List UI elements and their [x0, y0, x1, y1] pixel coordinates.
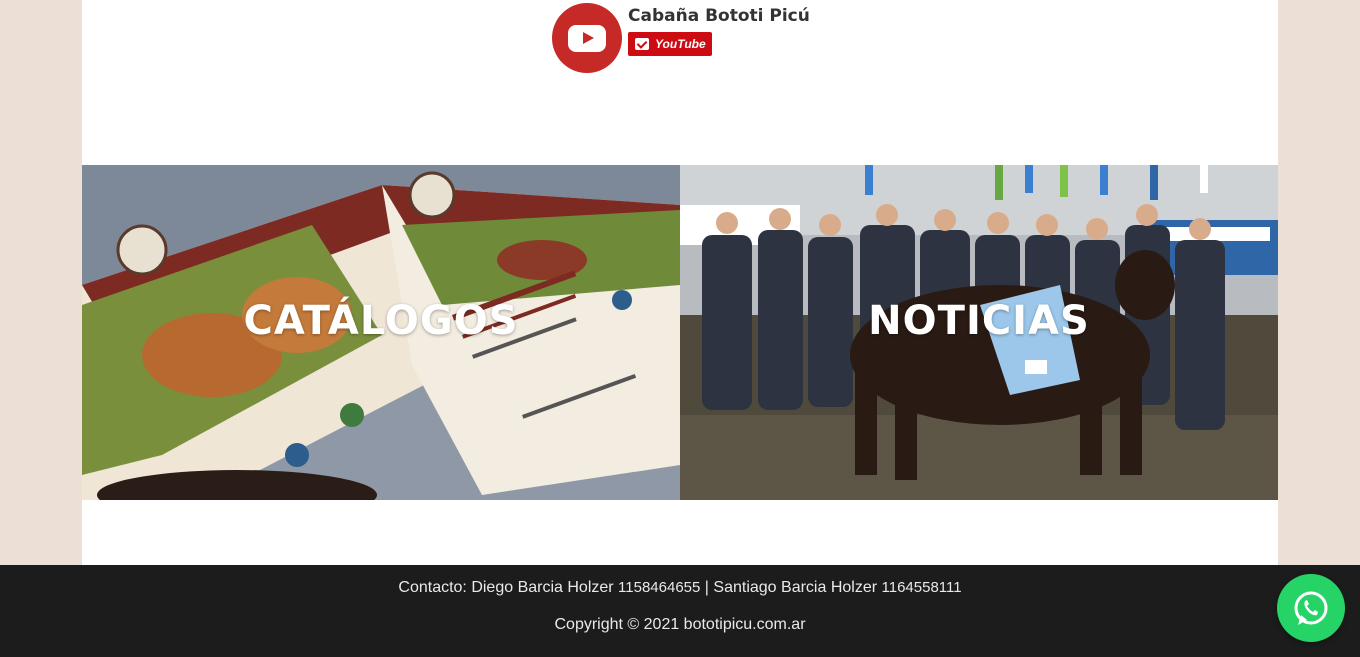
- phone-santiago[interactable]: 1164558111: [882, 579, 962, 596]
- copyright-text: Copyright © 2021 bototipicu.com.ar: [554, 616, 806, 633]
- whatsapp-button[interactable]: [1277, 574, 1345, 642]
- channel-name[interactable]: Cabaña Bototi Picú: [628, 6, 810, 26]
- whatsapp-icon: [1294, 591, 1328, 625]
- channel-avatar[interactable]: [552, 3, 622, 73]
- category-tiles: CATÁLOGOS NOTICIAS: [82, 165, 1278, 500]
- check-icon: [635, 38, 649, 50]
- subscribe-label: YouTube: [655, 37, 706, 51]
- noticias-title[interactable]: NOTICIAS: [680, 298, 1278, 344]
- youtube-channel-card[interactable]: Cabaña Bototi Picú YouTube: [552, 3, 852, 75]
- youtube-play-icon: [568, 24, 606, 52]
- contact-separator: | Santiago Barcia Holzer: [700, 579, 882, 596]
- site-footer: Contacto: Diego Barcia Holzer 1158464655…: [0, 565, 1360, 657]
- contact-line: Contacto: Diego Barcia Holzer 1158464655…: [0, 579, 1360, 597]
- catalogos-tile[interactable]: CATÁLOGOS: [82, 165, 680, 500]
- phone-diego[interactable]: 1158464655: [618, 579, 700, 596]
- noticias-tile[interactable]: NOTICIAS: [680, 165, 1278, 500]
- main-content: Cabaña Bototi Picú YouTube CATÁLOGOS NOT…: [82, 0, 1278, 565]
- catalogos-title[interactable]: CATÁLOGOS: [82, 298, 680, 344]
- contact-prefix: Contacto: Diego Barcia Holzer: [398, 579, 619, 596]
- youtube-subscribe-button[interactable]: YouTube: [628, 32, 712, 56]
